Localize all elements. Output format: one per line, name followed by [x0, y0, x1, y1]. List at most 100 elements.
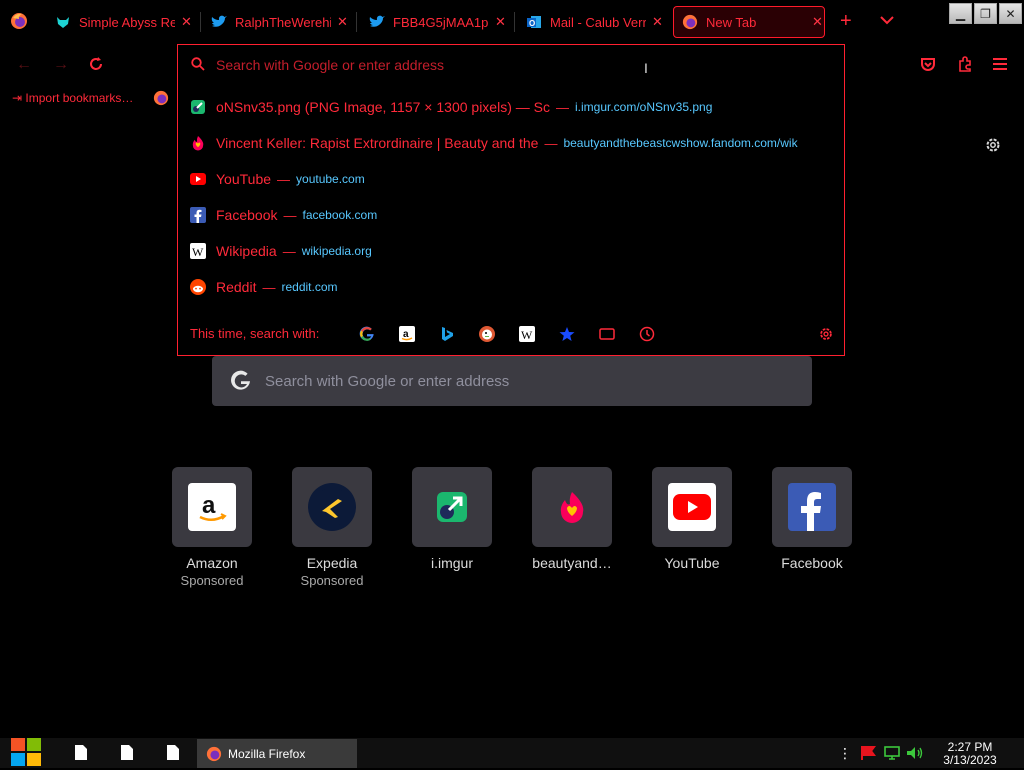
imgur-icon: [190, 99, 206, 115]
search-settings-gear-icon[interactable]: [818, 326, 834, 342]
firefox-bookmark-icon[interactable]: [153, 90, 169, 106]
top-site-sponsored: Sponsored: [300, 573, 364, 588]
file-icon[interactable]: [75, 745, 87, 763]
tab-title: RalphTheWerehi: [235, 14, 331, 30]
top-site-label: i.imgur: [430, 555, 473, 571]
suggestion-row[interactable]: YouTube — youtube.com: [190, 167, 835, 191]
suggestion-row[interactable]: W Wikipedia — wikipedia.org: [190, 239, 835, 263]
search-with-label: This time, search with:: [190, 326, 320, 341]
top-site-amazon[interactable]: a: [172, 467, 252, 547]
suggestion-url: facebook.com: [302, 208, 378, 222]
taskbar-clock[interactable]: 2:27 PM 3/13/2023: [930, 741, 1010, 767]
suggestion-row[interactable]: Vincent Keller: Rapist Extrordinaire | B…: [190, 131, 835, 155]
top-site-label: YouTube: [664, 555, 720, 571]
fandom-icon: [190, 135, 206, 151]
tab-4[interactable]: O Mail - Calub Verr ✕: [526, 6, 666, 38]
facebook-icon: [190, 207, 206, 223]
suggestion-title: Vincent Keller: Rapist Extrordinaire | B…: [216, 135, 539, 151]
volume-icon[interactable]: [906, 746, 924, 763]
hamburger-menu-icon[interactable]: [993, 57, 1007, 74]
import-icon: ⇥: [12, 91, 26, 105]
tab-title: Mail - Calub Verr: [550, 14, 646, 30]
imgur-icon: [428, 483, 476, 531]
extensions-icon[interactable]: [957, 56, 973, 75]
top-site-expedia[interactable]: [292, 467, 372, 547]
back-arrow-icon[interactable]: ←: [16, 56, 32, 74]
file-icon[interactable]: [167, 745, 179, 763]
tab-3[interactable]: FBB4G5jMAA1p ✕: [369, 6, 509, 38]
taskbar-firefox-button[interactable]: Mozilla Firefox: [197, 739, 357, 768]
top-site-imgur[interactable]: [412, 467, 492, 547]
suggestion-title: Wikipedia: [216, 243, 277, 259]
page-settings-gear-icon[interactable]: [984, 136, 1002, 157]
overflow-dots-icon[interactable]: ⋮: [838, 745, 852, 762]
close-tab-icon[interactable]: ✕: [652, 14, 663, 30]
close-tab-icon[interactable]: ✕: [812, 14, 823, 30]
tab-new-tab[interactable]: New Tab ✕: [673, 6, 825, 38]
main-search-box[interactable]: [212, 356, 812, 406]
suggestion-row[interactable]: Facebook — facebook.com: [190, 203, 835, 227]
svg-text:a: a: [202, 492, 216, 519]
search-icon: [191, 57, 205, 74]
suggestion-title: Reddit: [216, 279, 257, 295]
urlbar-input[interactable]: [216, 55, 636, 75]
suggestion-url: wikipedia.org: [301, 244, 372, 258]
tabs-icon[interactable]: [599, 326, 615, 342]
tab-title: Simple Abyss Re: [79, 14, 175, 30]
clock-date: 3/13/2023: [943, 753, 997, 767]
new-tab-plus-icon[interactable]: +: [840, 10, 852, 33]
reload-icon[interactable]: [88, 56, 104, 77]
top-site-sponsored: Sponsored: [180, 573, 244, 588]
tab-1[interactable]: Simple Abyss Re ✕: [55, 6, 195, 38]
text-cursor-icon: I: [644, 60, 648, 76]
bookmarks-star-icon[interactable]: [559, 326, 575, 342]
top-site-fandom[interactable]: [532, 467, 612, 547]
pocket-icon[interactable]: [920, 56, 936, 75]
amazon-icon[interactable]: a: [399, 326, 415, 342]
top-site-facebook[interactable]: [772, 467, 852, 547]
suggestion-row[interactable]: oNSnv35.png (PNG Image, 1157 × 1300 pixe…: [190, 95, 835, 119]
tab-2[interactable]: RalphTheWerehi ✕: [211, 6, 351, 38]
suggestion-title: YouTube: [216, 171, 272, 187]
suggestion-url: i.imgur.com/oNSnv35.png: [574, 100, 713, 114]
suggestion-url: youtube.com: [296, 172, 365, 186]
import-bookmarks-button[interactable]: ⇥ Import bookmarks…: [12, 91, 133, 105]
bing-icon[interactable]: [439, 326, 455, 342]
top-site-label: Facebook: [781, 555, 843, 571]
svg-text:W: W: [192, 245, 204, 259]
svg-text:W: W: [521, 328, 533, 342]
close-window-icon[interactable]: ✕: [999, 3, 1022, 24]
google-icon[interactable]: [359, 326, 375, 342]
top-site-youtube[interactable]: [652, 467, 732, 547]
duckduckgo-icon[interactable]: [479, 326, 495, 342]
facebook-icon: [788, 483, 836, 531]
svg-text:a: a: [403, 329, 409, 340]
reddit-icon: [190, 279, 206, 295]
twitter-icon: [211, 14, 227, 30]
close-tab-icon[interactable]: ✕: [181, 14, 192, 30]
network-monitor-icon[interactable]: [884, 746, 900, 763]
suggestion-row[interactable]: Reddit — reddit.com: [190, 275, 835, 299]
wikipedia-icon: W: [190, 243, 206, 259]
top-site-label: Expedia: [306, 555, 358, 571]
forward-arrow-icon[interactable]: →: [53, 56, 69, 74]
minimize-window-icon[interactable]: ▁: [949, 3, 972, 24]
close-tab-icon[interactable]: ✕: [337, 14, 348, 30]
history-icon[interactable]: [639, 326, 655, 342]
urlbar-popup: [177, 44, 845, 356]
tab-title: New Tab: [706, 14, 757, 30]
main-search-input[interactable]: [265, 371, 765, 391]
taskbar-app-label: Mozilla Firefox: [228, 746, 306, 761]
top-site-label: Amazon: [186, 555, 238, 571]
top-site-label: beautyand…: [532, 555, 612, 571]
firefox-menu-icon[interactable]: [10, 12, 28, 30]
close-tab-icon[interactable]: ✕: [495, 14, 506, 30]
restore-window-icon[interactable]: ❐: [974, 3, 997, 24]
flag-icon[interactable]: [860, 746, 876, 763]
svg-text:O: O: [529, 19, 535, 28]
wikipedia-icon[interactable]: W: [519, 326, 535, 342]
suggestion-title: oNSnv35.png (PNG Image, 1157 × 1300 pixe…: [216, 99, 550, 115]
windows-start-icon[interactable]: [10, 737, 42, 770]
file-icon[interactable]: [121, 745, 133, 763]
list-all-tabs-chevron-icon[interactable]: [880, 12, 894, 28]
